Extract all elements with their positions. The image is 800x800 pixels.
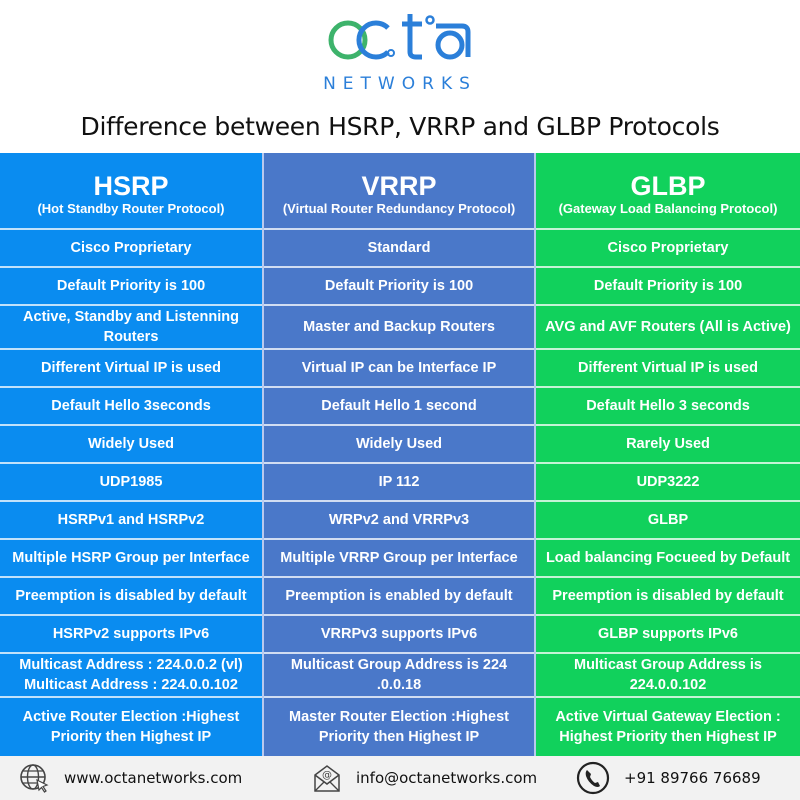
table-cell: Rarely Used: [536, 426, 800, 464]
table-cell: Preemption is disabled by default: [0, 578, 262, 616]
table-cell: Multicast Group Address is 224.0.0.102: [536, 654, 800, 698]
table-cell: Default Hello 3 seconds: [536, 388, 800, 426]
table-cell: Widely Used: [0, 426, 262, 464]
table-cell: IP 112: [264, 464, 534, 502]
table-cell: Load balancing Focueed by Default: [536, 540, 800, 578]
table-cell: Standard: [264, 230, 534, 268]
website-text: www.octanetworks.com: [64, 769, 243, 787]
column-header: GLBP (Gateway Load Balancing Protocol): [536, 153, 800, 230]
website-link[interactable]: www.octanetworks.com: [18, 756, 242, 800]
protocol-full-name: (Gateway Load Balancing Protocol): [558, 200, 778, 216]
table-cell: Widely Used: [264, 426, 534, 464]
table-cell: WRPv2 and VRRPv3: [264, 502, 534, 540]
table-cell: Default Hello 3seconds: [0, 388, 262, 426]
table-cell: Multicast Group Address is 224 .0.0.18: [264, 654, 534, 698]
email-link[interactable]: @ info@octanetworks.com: [312, 756, 537, 800]
table-cell: Cisco Proprietary: [0, 230, 262, 268]
table-cell: Default Priority is 100: [0, 268, 262, 306]
envelope-icon: @: [314, 765, 340, 792]
table-cell: Master and Backup Routers: [264, 306, 534, 350]
table-cell: GLBP supports IPv6: [536, 616, 800, 654]
table-cell: UDP1985: [0, 464, 262, 502]
table-cell: Default Priority is 100: [264, 268, 534, 306]
table-cell: Master Router Election :Highest Priority…: [289, 709, 509, 745]
table-cell: HSRPv1 and HSRPv2: [0, 502, 262, 540]
table-cell: Different Virtual IP is used: [536, 350, 800, 388]
table-cell: Preemption is disabled by default: [536, 578, 800, 616]
table-cell: Multiple VRRP Group per Interface: [264, 540, 534, 578]
table-cell: UDP3222: [536, 464, 800, 502]
comparison-table: HSRP (Hot Standby Router Protocol) Cisco…: [0, 153, 800, 756]
column-hsrp: HSRP (Hot Standby Router Protocol) Cisco…: [0, 153, 264, 756]
column-vrrp: VRRP (Virtual Router Redundancy Protocol…: [264, 153, 536, 756]
phone-text: +91 89766 76689: [624, 769, 761, 787]
page-title: Difference between HSRP, VRRP and GLBP P…: [80, 112, 720, 141]
table-cell: VRRPv3 supports IPv6: [264, 616, 534, 654]
table-cell: Virtual IP can be Interface IP: [264, 350, 534, 388]
table-cell: HSRPv2 supports IPv6: [0, 616, 262, 654]
table-cell: Cisco Proprietary: [536, 230, 800, 268]
logo-subtext: NETWORKS: [323, 74, 477, 94]
globe-icon: [20, 764, 49, 793]
table-cell: AVG and AVF Routers (All is Active): [536, 306, 800, 350]
protocol-name: GLBP: [630, 170, 706, 201]
svg-text:@: @: [322, 770, 332, 781]
octa-logo-icon: [328, 14, 471, 60]
table-cell: Active, Standby and Listenning Routers: [0, 306, 262, 350]
table-cell: Active Virtual Gateway Election : Highes…: [555, 709, 781, 745]
protocol-full-name: (Virtual Router Redundancy Protocol): [282, 200, 516, 216]
column-header: HSRP (Hot Standby Router Protocol): [0, 153, 262, 230]
protocol-full-name: (Hot Standby Router Protocol): [37, 200, 225, 216]
protocol-name: HSRP: [93, 170, 169, 201]
table-cell: GLBP: [536, 502, 800, 540]
table-cell: Multicast Address : 224.0.0.2 (vl) Multi…: [0, 654, 262, 698]
table-cell: Active Router Election :Highest Priority…: [22, 709, 240, 745]
octa-networks-logo: NETWORKS: [0, 0, 800, 105]
table-cell: Different Virtual IP is used: [0, 350, 262, 388]
table-cell: Multiple HSRP Group per Interface: [0, 540, 262, 578]
email-text: info@octanetworks.com: [356, 769, 538, 787]
column-glbp: GLBP (Gateway Load Balancing Protocol) C…: [536, 153, 800, 756]
table-cell: Preemption is enabled by default: [264, 578, 534, 616]
table-cell: Default Priority is 100: [536, 268, 800, 306]
column-header: VRRP (Virtual Router Redundancy Protocol…: [264, 153, 534, 230]
contact-footer: www.octanetworks.com @ info@octanetworks…: [0, 756, 800, 800]
phone-link[interactable]: +91 89766 76689: [576, 756, 761, 800]
phone-icon: [576, 761, 610, 795]
protocol-name: VRRP: [361, 170, 437, 201]
table-cell: Default Hello 1 second: [264, 388, 534, 426]
